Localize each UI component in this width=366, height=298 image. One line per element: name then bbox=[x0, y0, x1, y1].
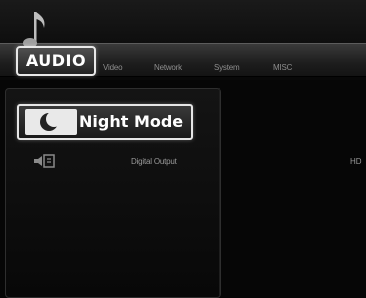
tab-audio-label: AUDIO bbox=[25, 51, 87, 70]
panel-divider bbox=[219, 88, 220, 296]
digital-output-value: HD bbox=[350, 157, 362, 166]
night-mode-label: Night Mode bbox=[79, 112, 184, 131]
tab-audio[interactable]: AUDIO bbox=[16, 46, 96, 76]
speaker-output-icon bbox=[34, 154, 55, 168]
digital-output-label[interactable]: Digital Output bbox=[131, 157, 177, 166]
crescent-moon-icon bbox=[25, 109, 77, 135]
tab-system[interactable]: System bbox=[214, 63, 240, 72]
tab-network[interactable]: Network bbox=[154, 63, 182, 72]
tab-misc[interactable]: MISC bbox=[273, 63, 292, 72]
night-mode-button[interactable]: Night Mode bbox=[17, 104, 193, 140]
tab-video[interactable]: Video bbox=[103, 63, 123, 72]
